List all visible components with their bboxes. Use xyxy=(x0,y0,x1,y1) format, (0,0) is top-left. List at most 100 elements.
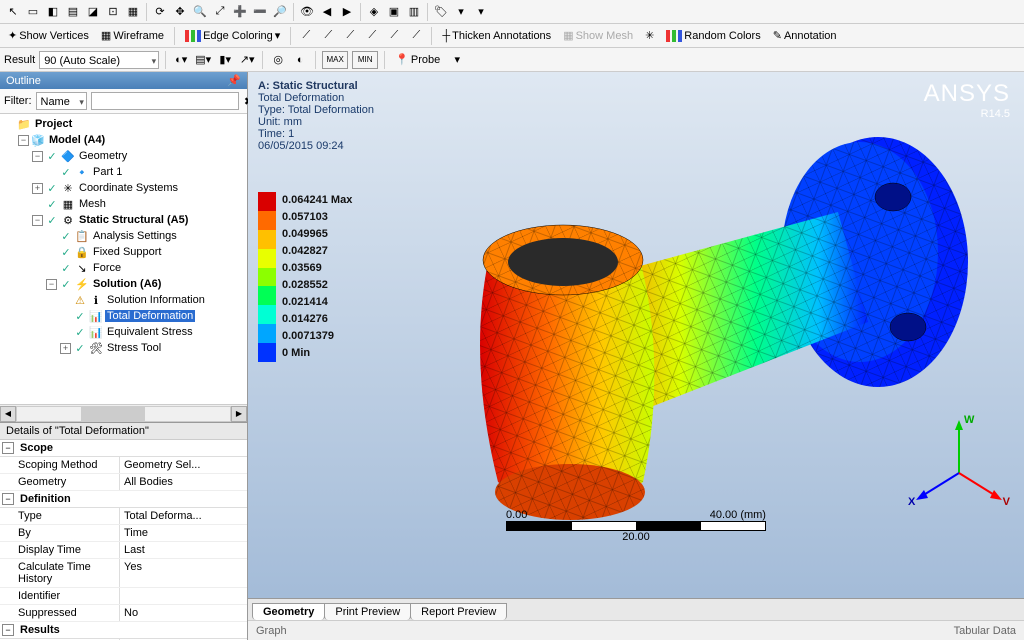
tree-eqstress[interactable]: ✓📊Equivalent Stress xyxy=(0,324,247,340)
vector-icon[interactable]: ↗▾ xyxy=(238,51,256,69)
result-label: Result xyxy=(4,54,35,66)
view-tabs: Geometry Print Preview Report Preview xyxy=(248,598,1024,620)
show-vertices-button[interactable]: ✦Show Vertices xyxy=(4,26,93,46)
prev-icon[interactable]: ◀ xyxy=(318,3,336,21)
cap-icon[interactable]: ◐ xyxy=(291,51,309,69)
h3-icon[interactable]: ⟋ xyxy=(341,27,359,45)
gen-icon[interactable]: ▾ xyxy=(452,3,470,21)
outline-tree[interactable]: 📁Project −🧊Model (A4) −✓🔷Geometry ✓🔹Part… xyxy=(0,114,247,404)
pin-icon[interactable]: 📌 xyxy=(227,74,241,87)
zoom-box-icon[interactable]: 🔍 xyxy=(191,3,209,21)
front-icon[interactable]: ▣ xyxy=(385,3,403,21)
scale-bar: 0.0040.00 (mm) 20.00 xyxy=(506,509,766,543)
h4-icon[interactable]: ⟋ xyxy=(363,27,381,45)
tag-icon[interactable]: 🏷 xyxy=(432,3,450,21)
result-mesh xyxy=(338,112,978,552)
prop-by[interactable]: ByTime xyxy=(0,525,247,542)
look-icon[interactable]: 👁 xyxy=(298,3,316,21)
probe-button[interactable]: 📍Probe xyxy=(391,50,444,70)
view3d[interactable]: A: Static Structural Total Deformation T… xyxy=(248,72,1024,598)
rotate-icon[interactable]: ⟳ xyxy=(151,3,169,21)
cursor-icon[interactable]: ↖ xyxy=(4,3,22,21)
tab-print-preview[interactable]: Print Preview xyxy=(324,603,411,620)
tree-geometry[interactable]: −✓🔷Geometry xyxy=(0,148,247,164)
edge-icon[interactable]: ▤ xyxy=(64,3,82,21)
prop-display-time[interactable]: Display TimeLast xyxy=(0,542,247,559)
shaded-icon[interactable]: ◐▾ xyxy=(172,51,190,69)
prop-calc-history[interactable]: Calculate Time HistoryYes xyxy=(0,559,247,588)
filter-mode-dropdown[interactable]: Name xyxy=(36,92,87,110)
prop-geometry[interactable]: GeometryAll Bodies xyxy=(0,474,247,491)
iso-icon[interactable]: ◈ xyxy=(365,3,383,21)
pan-icon[interactable]: ✥ xyxy=(171,3,189,21)
tree-force[interactable]: ✓↘Force xyxy=(0,260,247,276)
annotation-button[interactable]: ✎Annotation xyxy=(769,26,841,46)
toolbar-result: Result 90 (Auto Scale) ◐▾ ▤▾ ▮▾ ↗▾ ◎ ◐ M… xyxy=(0,48,1024,72)
body-icon[interactable]: ◪ xyxy=(84,3,102,21)
prop-identifier[interactable]: Identifier xyxy=(0,588,247,605)
tab-report-preview[interactable]: Report Preview xyxy=(410,603,507,620)
prop-type[interactable]: TypeTotal Deforma... xyxy=(0,508,247,525)
next-icon[interactable]: ▶ xyxy=(338,3,356,21)
zoom-fit-icon[interactable]: ⤢ xyxy=(211,3,229,21)
tree-part1[interactable]: ✓🔹Part 1 xyxy=(0,164,247,180)
h1-icon[interactable]: ⟋ xyxy=(297,27,315,45)
details-grid[interactable]: −Scope Scoping MethodGeometry Sel... Geo… xyxy=(0,440,247,640)
tree-solution[interactable]: −✓⚡Solution (A6) xyxy=(0,276,247,292)
status-tabular: Tabular Data xyxy=(954,625,1016,637)
tree-analysis[interactable]: ✓📋Analysis Settings xyxy=(0,228,247,244)
tree-mesh[interactable]: ✓▦Mesh xyxy=(0,196,247,212)
tab-geometry[interactable]: Geometry xyxy=(252,603,325,620)
h2-icon[interactable]: ⟋ xyxy=(319,27,337,45)
left-panel: Outline 📌 Filter: Name ✖ ▾ 📁Project −🧊Mo… xyxy=(0,72,248,640)
tree-hscroll[interactable]: ◀▶ xyxy=(0,404,247,422)
tree-coord[interactable]: +✓✳Coordinate Systems xyxy=(0,180,247,196)
show-mesh-button[interactable]: ▦Show Mesh xyxy=(559,26,637,46)
tree-solinfo[interactable]: ⚠ℹSolution Information xyxy=(0,292,247,308)
tree-totaldef[interactable]: ✓📊Total Deformation xyxy=(0,308,247,324)
scale-dropdown[interactable]: 90 (Auto Scale) xyxy=(39,51,159,69)
iso-surf-icon[interactable]: ◎ xyxy=(269,51,287,69)
toolbar-display: ✦Show Vertices ▦Wireframe Edge Coloring▾… xyxy=(0,24,1024,48)
edge-coloring-button[interactable]: Edge Coloring▾ xyxy=(181,26,284,46)
select-icon[interactable]: ▭ xyxy=(24,3,42,21)
status-graph: Graph xyxy=(256,625,287,637)
zoom-out-icon[interactable]: ➖ xyxy=(251,3,269,21)
tree-fixed[interactable]: ✓🔒Fixed Support xyxy=(0,244,247,260)
thicken-annotations-button[interactable]: ┼Thicken Annotations xyxy=(438,26,555,46)
min-icon[interactable]: MIN xyxy=(352,51,378,69)
prop-suppressed[interactable]: SuppressedNo xyxy=(0,605,247,622)
status-bar: Graph Tabular Data xyxy=(248,620,1024,640)
h6-icon[interactable]: ⟋ xyxy=(407,27,425,45)
tree-model[interactable]: −🧊Model (A4) xyxy=(0,132,247,148)
orientation-triad[interactable]: W X V xyxy=(914,418,1004,508)
probe-mode-icon[interactable]: ▾ xyxy=(448,51,466,69)
element-icon[interactable]: ▦ xyxy=(124,3,142,21)
filter-label: Filter: xyxy=(4,95,32,107)
viewport: A: Static Structural Total Deformation T… xyxy=(248,72,1024,640)
prop-scoping-method[interactable]: Scoping MethodGeometry Sel... xyxy=(0,457,247,474)
right-icon[interactable]: ▥ xyxy=(405,3,423,21)
main-area: Outline 📌 Filter: Name ✖ ▾ 📁Project −🧊Mo… xyxy=(0,72,1024,640)
random-colors-button[interactable]: Random Colors xyxy=(662,26,764,46)
face-icon[interactable]: ◧ xyxy=(44,3,62,21)
tree-stresstool[interactable]: +✓🛠Stress Tool xyxy=(0,340,247,356)
toolbar-icons: ↖ ▭ ◧ ▤ ◪ ⊡ ▦ ⟳ ✥ 🔍 ⤢ ➕ ➖ 🔎 👁 ◀ ▶ ◈ ▣ ▥ … xyxy=(0,0,1024,24)
filter-input[interactable] xyxy=(91,92,239,110)
tree-project[interactable]: 📁Project xyxy=(0,116,247,132)
legend-icon[interactable]: ▮▾ xyxy=(216,51,234,69)
tree-static[interactable]: −✓⚙Static Structural (A5) xyxy=(0,212,247,228)
more-icon[interactable]: ▾ xyxy=(472,3,490,21)
zoom-in-icon[interactable]: ➕ xyxy=(231,3,249,21)
triad-icon[interactable]: ✳ xyxy=(641,26,658,46)
h5-icon[interactable]: ⟋ xyxy=(385,27,403,45)
outline-header: Outline 📌 xyxy=(0,72,247,89)
node-icon[interactable]: ⊡ xyxy=(104,3,122,21)
outline-title: Outline xyxy=(6,75,41,87)
magnify-icon[interactable]: 🔎 xyxy=(271,3,289,21)
contour-icon[interactable]: ▤▾ xyxy=(194,51,212,69)
wireframe-button[interactable]: ▦Wireframe xyxy=(97,26,168,46)
details-header: Details of "Total Deformation" xyxy=(0,422,247,440)
filter-bar: Filter: Name ✖ ▾ xyxy=(0,89,247,114)
max-icon[interactable]: MAX xyxy=(322,51,348,69)
